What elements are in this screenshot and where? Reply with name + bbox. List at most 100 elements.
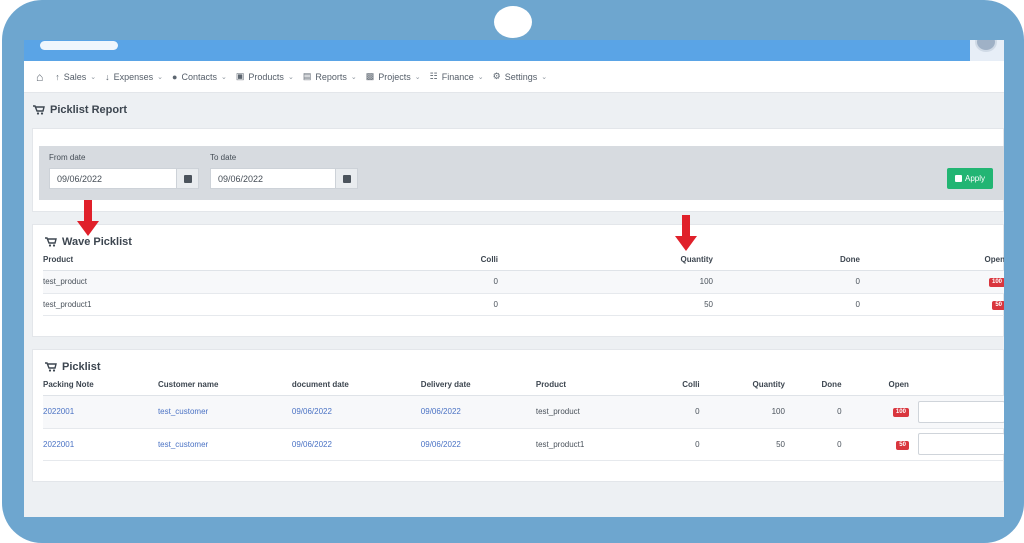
wave-picklist-title: Wave Picklist: [45, 236, 132, 248]
picklist-title: Picklist: [45, 361, 101, 373]
apply-button-label: Apply: [964, 174, 985, 183]
top-bar: [24, 40, 1004, 61]
chevron-down-icon: ⌄: [350, 73, 357, 81]
picklist-card: Picklist Packing Note Customer name docu…: [32, 349, 1004, 482]
calendar-icon: [342, 174, 351, 183]
input-cell: [908, 395, 1004, 429]
open-badge: 50: [896, 440, 909, 450]
table-row: test_product 0 100 0 100: [43, 270, 1004, 294]
nav-expenses[interactable]: ↓ Expenses ⌄: [105, 72, 163, 82]
col-quantity: Quantity: [699, 375, 785, 396]
wave-picklist-title-text: Wave Picklist: [62, 236, 132, 248]
briefcase-icon: ▩: [365, 71, 375, 81]
from-date-input[interactable]: 09/06/2022: [49, 168, 177, 189]
annotation-arrow-down: [77, 200, 99, 236]
col-product: Product: [43, 250, 243, 271]
quantity-cell: 50: [498, 293, 713, 316]
check-square-icon: [954, 175, 962, 182]
col-open: Open: [860, 250, 1004, 271]
cart-icon: [33, 105, 45, 115]
quantity-cell: 100: [699, 395, 785, 429]
picked-quantity-input[interactable]: [917, 400, 1004, 423]
quantity-cell: 50: [699, 428, 785, 461]
chevron-down-icon: ⌄: [157, 73, 164, 81]
product-cell: test_product: [535, 395, 636, 429]
product-cell: test_product: [43, 270, 243, 294]
nav-products[interactable]: ▣ Products ⌄: [236, 71, 294, 82]
nav-finance[interactable]: ☷ Finance ⌄: [430, 71, 484, 82]
col-delivery-date: Delivery date: [420, 375, 536, 396]
open-cell: 50: [860, 293, 1004, 316]
wave-picklist-card: Wave Picklist Product Colli Quantity Don…: [32, 224, 1004, 337]
table-row: 2022001 test_customer 09/06/2022 09/06/2…: [43, 428, 1004, 461]
from-date-label: From date: [49, 153, 86, 162]
main-navbar: ⌂ ↑ Sales ⌄ ↓ Expenses ⌄ ● Contacts ⌄ ▣ Product…: [24, 61, 1004, 93]
nav-products-label: Products: [248, 71, 284, 82]
cart-icon: ▣: [235, 71, 245, 81]
chevron-down-icon: ⌄: [477, 73, 484, 81]
nav-reports-label: Reports: [315, 71, 347, 82]
open-badge: 50: [992, 300, 1004, 310]
colli-cell: 0: [635, 395, 700, 429]
nav-sales[interactable]: ↑ Sales ⌄: [55, 72, 96, 82]
nav-expenses-label: Expenses: [113, 71, 154, 82]
chevron-down-icon: ⌄: [221, 73, 227, 81]
page-title: Picklist Report: [33, 104, 127, 116]
open-cell: 100: [860, 270, 1004, 294]
table-row: test_product1 0 50 0 50: [43, 293, 1004, 316]
delivery-date-link[interactable]: 09/06/2022: [420, 428, 536, 461]
nav-contacts[interactable]: ● Contacts ⌄: [172, 72, 227, 82]
wave-picklist-table: Product Colli Quantity Done Open test_pr…: [43, 250, 1004, 316]
arrow-down-icon: ↓: [105, 71, 110, 82]
apply-button[interactable]: Apply: [947, 168, 993, 189]
nav-reports[interactable]: ▤ Reports ⌄: [303, 71, 357, 82]
customer-link[interactable]: test_customer: [157, 395, 292, 429]
money-icon: ☷: [429, 71, 438, 81]
colli-cell: 0: [243, 293, 498, 316]
picklist-title-text: Picklist: [62, 361, 101, 373]
table-header-row: Packing Note Customer name document date…: [43, 375, 1004, 396]
done-cell: 0: [713, 293, 860, 316]
col-document-date: document date: [291, 375, 421, 396]
annotation-arrow-down: [675, 215, 697, 251]
gear-icon: ⚙: [492, 71, 501, 81]
colli-cell: 0: [243, 270, 498, 294]
chevron-down-icon: ⌄: [414, 73, 421, 81]
page-title-text: Picklist Report: [50, 104, 128, 116]
document-date-link[interactable]: 09/06/2022: [291, 395, 421, 429]
nav-projects[interactable]: ▩ Projects ⌄: [366, 71, 421, 82]
app-logo[interactable]: [40, 41, 118, 50]
col-colli: Colli: [243, 250, 498, 271]
col-input: [908, 375, 1004, 396]
nav-finance-label: Finance: [441, 71, 474, 82]
packing-note-link[interactable]: 2022001: [43, 395, 158, 429]
customer-link[interactable]: test_customer: [157, 428, 292, 461]
col-colli: Colli: [635, 375, 700, 396]
product-cell: test_product1: [535, 428, 636, 461]
to-date-calendar-button[interactable]: [336, 168, 358, 189]
col-done: Done: [713, 250, 860, 271]
app-screen: ⌂ ↑ Sales ⌄ ↓ Expenses ⌄ ● Contacts ⌄ ▣ Product…: [24, 40, 1004, 517]
avatar[interactable]: [975, 40, 997, 52]
chevron-down-icon: ⌄: [287, 73, 294, 81]
input-cell: [908, 428, 1004, 461]
user-menu[interactable]: [970, 40, 1004, 61]
to-date-input[interactable]: 09/06/2022: [210, 168, 336, 189]
open-cell: 100: [841, 395, 909, 429]
home-icon[interactable]: ⌂: [36, 70, 43, 84]
product-cell: test_product1: [43, 293, 243, 316]
calendar-icon: [183, 174, 192, 183]
colli-cell: 0: [635, 428, 700, 461]
chevron-down-icon: ⌄: [541, 73, 548, 81]
delivery-date-link[interactable]: 09/06/2022: [420, 395, 536, 429]
table-row: 2022001 test_customer 09/06/2022 09/06/2…: [43, 395, 1004, 429]
to-date-label: To date: [210, 153, 237, 162]
col-product: Product: [535, 375, 636, 396]
picked-quantity-input[interactable]: [917, 433, 1004, 455]
nav-settings[interactable]: ⚙ Settings ⌄: [493, 71, 547, 82]
from-date-calendar-button[interactable]: [177, 168, 199, 189]
document-date-link[interactable]: 09/06/2022: [291, 428, 421, 461]
chart-icon: ▤: [302, 71, 312, 81]
nav-sales-label: Sales: [63, 71, 87, 82]
packing-note-link[interactable]: 2022001: [43, 428, 158, 461]
